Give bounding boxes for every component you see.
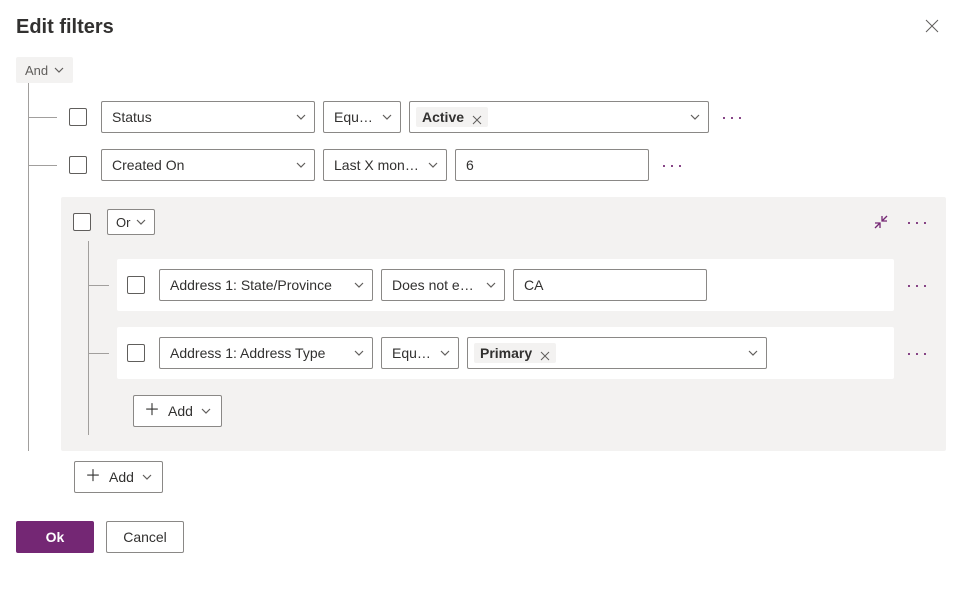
- chevron-down-icon: [142, 472, 152, 482]
- field-label: Created On: [112, 157, 184, 173]
- remove-tag-button[interactable]: [472, 112, 482, 122]
- operator-select[interactable]: Equals: [381, 337, 459, 369]
- root-add-row: ＋ Add: [74, 461, 946, 493]
- cancel-label: Cancel: [123, 529, 167, 545]
- chevron-down-icon: [296, 160, 306, 170]
- field-label: Address 1: State/Province: [170, 277, 332, 293]
- group-operator-label: Or: [116, 215, 130, 230]
- chevron-down-icon: [748, 348, 758, 358]
- condition-group: Or ···: [61, 197, 946, 451]
- condition-row: Status Equals Active: [29, 93, 946, 141]
- chevron-down-icon: [201, 406, 211, 416]
- operator-select[interactable]: Equals: [323, 101, 401, 133]
- row-checkbox[interactable]: [69, 156, 87, 174]
- add-condition-button[interactable]: ＋ Add: [133, 395, 222, 427]
- value-select[interactable]: Primary: [467, 337, 767, 369]
- operator-label: Equals: [334, 109, 374, 125]
- chevron-down-icon: [354, 280, 364, 290]
- chevron-down-icon: [354, 348, 364, 358]
- plus-icon: ＋: [144, 403, 160, 419]
- value-tag: Active: [416, 107, 488, 127]
- field-select[interactable]: Address 1: State/Province: [159, 269, 373, 301]
- row-more-button[interactable]: ···: [717, 108, 749, 126]
- row-more-button[interactable]: ···: [902, 344, 934, 362]
- operator-label: Does not equal: [392, 277, 478, 293]
- condition-row: Address 1: Address Type Equals: [89, 319, 934, 387]
- group-connector: [29, 219, 61, 220]
- field-select[interactable]: Created On: [101, 149, 315, 181]
- dialog-actions: Ok Cancel: [16, 521, 946, 553]
- operator-select[interactable]: Last X months: [323, 149, 447, 181]
- add-label: Add: [168, 403, 193, 419]
- group-operator-pill[interactable]: Or: [107, 209, 155, 235]
- add-label: Add: [109, 469, 134, 485]
- condition-card: Address 1: Address Type Equals: [117, 327, 894, 379]
- group-add-row: ＋ Add: [89, 387, 934, 435]
- value-tag-label: Active: [422, 109, 464, 125]
- root-body: Status Equals Active: [28, 83, 946, 451]
- chevron-down-icon: [296, 112, 306, 122]
- edit-filters-panel: Edit filters And Status Equals: [0, 0, 962, 569]
- ok-label: Ok: [46, 529, 65, 545]
- row-checkbox[interactable]: [127, 276, 145, 294]
- value-select[interactable]: Active: [409, 101, 709, 133]
- plus-icon: ＋: [85, 469, 101, 485]
- condition-row: Address 1: State/Province Does not equal: [89, 251, 934, 319]
- field-select[interactable]: Status: [101, 101, 315, 133]
- cancel-button[interactable]: Cancel: [106, 521, 184, 553]
- group-checkbox[interactable]: [73, 213, 91, 231]
- value-tag-label: Primary: [480, 345, 532, 361]
- close-icon: [925, 19, 939, 33]
- add-condition-button[interactable]: ＋ Add: [74, 461, 163, 493]
- chevron-down-icon: [428, 160, 438, 170]
- chevron-down-icon: [136, 217, 146, 227]
- chevron-down-icon: [54, 65, 64, 75]
- field-label: Address 1: Address Type: [170, 345, 325, 361]
- field-select[interactable]: Address 1: Address Type: [159, 337, 373, 369]
- close-icon: [540, 351, 550, 361]
- group-actions: ···: [874, 213, 934, 231]
- close-icon: [472, 115, 482, 125]
- chevron-down-icon: [486, 280, 496, 290]
- filter-tree: And Status Equals: [16, 57, 946, 493]
- panel-title: Edit filters: [16, 16, 946, 39]
- group-header: Or ···: [73, 209, 934, 235]
- row-more-button[interactable]: ···: [657, 156, 689, 174]
- collapse-icon: [874, 215, 888, 229]
- row-more-button[interactable]: ···: [902, 276, 934, 294]
- condition-card: Address 1: State/Province Does not equal: [117, 259, 894, 311]
- root-operator-label: And: [25, 63, 48, 78]
- value-input[interactable]: [455, 149, 649, 181]
- value-tag: Primary: [474, 343, 556, 363]
- root-operator-pill[interactable]: And: [16, 57, 73, 83]
- close-button[interactable]: [920, 14, 944, 38]
- operator-label: Last X months: [334, 157, 420, 173]
- collapse-group-button[interactable]: [874, 215, 888, 229]
- group-more-button[interactable]: ···: [902, 213, 934, 231]
- operator-label: Equals: [392, 345, 432, 361]
- condition-row: Created On Last X months ···: [29, 141, 946, 189]
- chevron-down-icon: [440, 348, 450, 358]
- field-label: Status: [112, 109, 152, 125]
- row-checkbox[interactable]: [127, 344, 145, 362]
- operator-select[interactable]: Does not equal: [381, 269, 505, 301]
- group-body: Address 1: State/Province Does not equal: [88, 241, 934, 435]
- row-checkbox[interactable]: [69, 108, 87, 126]
- ok-button[interactable]: Ok: [16, 521, 94, 553]
- remove-tag-button[interactable]: [540, 348, 550, 358]
- value-input[interactable]: [513, 269, 707, 301]
- chevron-down-icon: [382, 112, 392, 122]
- chevron-down-icon: [690, 112, 700, 122]
